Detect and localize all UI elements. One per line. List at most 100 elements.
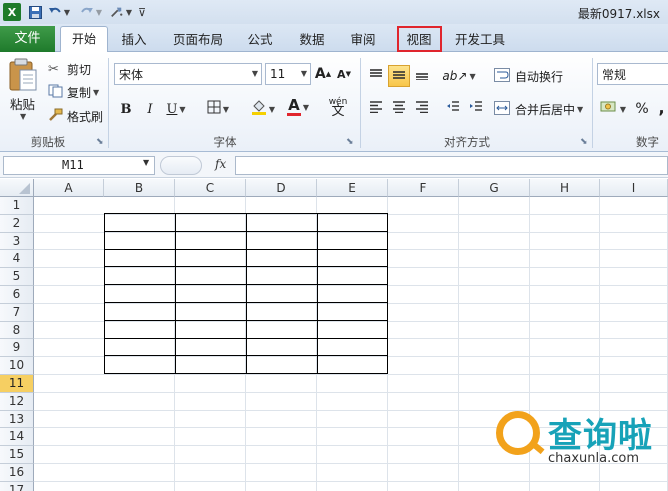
- currency-icon: [600, 100, 618, 118]
- shrink-font-button[interactable]: A ▼: [335, 63, 353, 85]
- group-divider: [108, 58, 109, 148]
- align-right-button[interactable]: [411, 98, 433, 120]
- row-header[interactable]: 15: [0, 446, 34, 464]
- column-header[interactable]: H: [530, 179, 600, 197]
- row-header[interactable]: 4: [0, 250, 34, 269]
- align-bottom-icon: [415, 68, 429, 84]
- table-border-vertical: [104, 213, 105, 373]
- formula-input[interactable]: [235, 156, 668, 175]
- grow-font-button[interactable]: A ▲: [314, 63, 332, 85]
- column-header[interactable]: G: [459, 179, 530, 197]
- save-icon[interactable]: [27, 3, 43, 21]
- chevron-down-icon: ▼: [251, 69, 258, 78]
- row-header[interactable]: 1: [0, 197, 34, 215]
- row-header[interactable]: 17: [0, 481, 34, 491]
- tab-file[interactable]: 文件: [0, 26, 55, 52]
- table-border-vertical: [246, 213, 247, 373]
- font-size-combo[interactable]: 11 ▼: [265, 63, 311, 85]
- row-header[interactable]: 7: [0, 303, 34, 322]
- merge-center-button[interactable]: 合并后居中 ▼: [494, 99, 583, 119]
- tab-developer[interactable]: 开发工具: [448, 28, 512, 52]
- column-header[interactable]: A: [34, 179, 104, 197]
- borders-button[interactable]: ▼: [200, 98, 236, 120]
- excel-icon[interactable]: X: [3, 3, 21, 21]
- row-header[interactable]: 6: [0, 286, 34, 304]
- align-middle-button[interactable]: [388, 65, 410, 87]
- insert-function-icon[interactable]: fx: [215, 157, 226, 171]
- format-painter-button[interactable]: 格式刷: [48, 106, 103, 126]
- row-header[interactable]: 12: [0, 392, 34, 411]
- font-color-button[interactable]: A ▼: [282, 96, 314, 118]
- row-header[interactable]: 8: [0, 321, 34, 340]
- column-header[interactable]: E: [317, 179, 388, 197]
- increase-indent-button[interactable]: [465, 98, 487, 120]
- undo-icon[interactable]: ▼: [48, 3, 70, 21]
- row-header[interactable]: 3: [0, 232, 34, 251]
- number-format-value: 常规: [602, 67, 627, 82]
- tab-insert[interactable]: 插入: [114, 28, 154, 52]
- format-painter-icon[interactable]: ▼: [110, 3, 132, 21]
- merge-cells-icon: [494, 100, 512, 118]
- name-box[interactable]: M11: [3, 156, 155, 175]
- row-header[interactable]: 11: [0, 375, 34, 393]
- shrink-font-glyph: A: [337, 67, 346, 81]
- customize-icon[interactable]: ⊽: [136, 3, 148, 21]
- column-header[interactable]: D: [246, 179, 317, 197]
- font-name-combo[interactable]: 宋体 ▼: [114, 63, 262, 85]
- tab-data[interactable]: 数据: [292, 28, 332, 52]
- align-center-button[interactable]: [388, 98, 410, 120]
- fill-color-button[interactable]: ▼: [246, 98, 280, 120]
- bordered-table[interactable]: [104, 213, 388, 375]
- tab-page-layout[interactable]: 页面布局: [166, 28, 230, 52]
- column-header[interactable]: C: [175, 179, 246, 197]
- underline-glyph: U: [166, 101, 178, 117]
- formula-bar-splitter[interactable]: [160, 156, 202, 175]
- number-format-combo[interactable]: 常规: [597, 63, 668, 85]
- tab-home[interactable]: 开始: [60, 26, 108, 53]
- row-header[interactable]: 5: [0, 268, 34, 286]
- decrease-indent-button[interactable]: [442, 98, 464, 120]
- comma-style-button[interactable]: ,: [655, 96, 668, 118]
- column-header[interactable]: I: [600, 179, 668, 197]
- align-top-icon: [369, 68, 383, 84]
- tab-review[interactable]: 审阅: [343, 28, 383, 52]
- clipboard-group-label: 剪贴板: [30, 135, 66, 149]
- paste-icon[interactable]: [8, 58, 42, 92]
- tab-formulas[interactable]: 公式: [240, 28, 280, 52]
- name-box-dropdown-icon[interactable]: ▼: [143, 158, 149, 167]
- redo-icon[interactable]: ▼: [80, 3, 102, 21]
- paste-button[interactable]: 粘贴: [10, 94, 35, 113]
- wrap-text-button[interactable]: 自动换行: [494, 66, 563, 86]
- align-right-icon: [415, 101, 429, 117]
- dialog-launcher-icon[interactable]: ⬊: [96, 137, 104, 147]
- row-header[interactable]: 16: [0, 464, 34, 482]
- column-header[interactable]: B: [104, 179, 175, 197]
- align-bottom-button[interactable]: [411, 65, 433, 87]
- align-left-button[interactable]: [365, 98, 387, 120]
- row-header[interactable]: 2: [0, 214, 34, 233]
- row-header[interactable]: 10: [0, 357, 34, 375]
- bold-button[interactable]: B: [116, 98, 136, 120]
- dialog-launcher-icon[interactable]: ⬊: [580, 137, 588, 147]
- table-border-vertical: [317, 213, 318, 373]
- percent-button[interactable]: %: [632, 98, 652, 120]
- align-top-button[interactable]: [365, 65, 387, 87]
- format-painter-label: 格式刷: [67, 109, 104, 124]
- row-header[interactable]: 13: [0, 410, 34, 429]
- row-header[interactable]: 14: [0, 428, 34, 447]
- orientation-button[interactable]: ab↗ ▼: [442, 65, 475, 87]
- phonetic-button[interactable]: wén 文: [322, 96, 354, 119]
- dialog-launcher-icon[interactable]: ⬊: [346, 137, 354, 147]
- cut-button[interactable]: ✂ 剪切: [48, 59, 91, 79]
- copy-button[interactable]: 复制 ▼: [48, 82, 99, 102]
- underline-button[interactable]: U ▼: [164, 98, 188, 120]
- name-box-value: M11: [62, 158, 84, 172]
- row-header[interactable]: 9: [0, 339, 34, 358]
- font-size-value: 11: [270, 67, 286, 81]
- accounting-format-button[interactable]: ▼: [598, 98, 628, 120]
- italic-button[interactable]: I: [140, 98, 160, 120]
- column-header[interactable]: F: [388, 179, 459, 197]
- highlight-box: [397, 26, 442, 52]
- select-all-corner[interactable]: [0, 179, 34, 197]
- paste-dropdown-icon[interactable]: ▼: [20, 112, 26, 121]
